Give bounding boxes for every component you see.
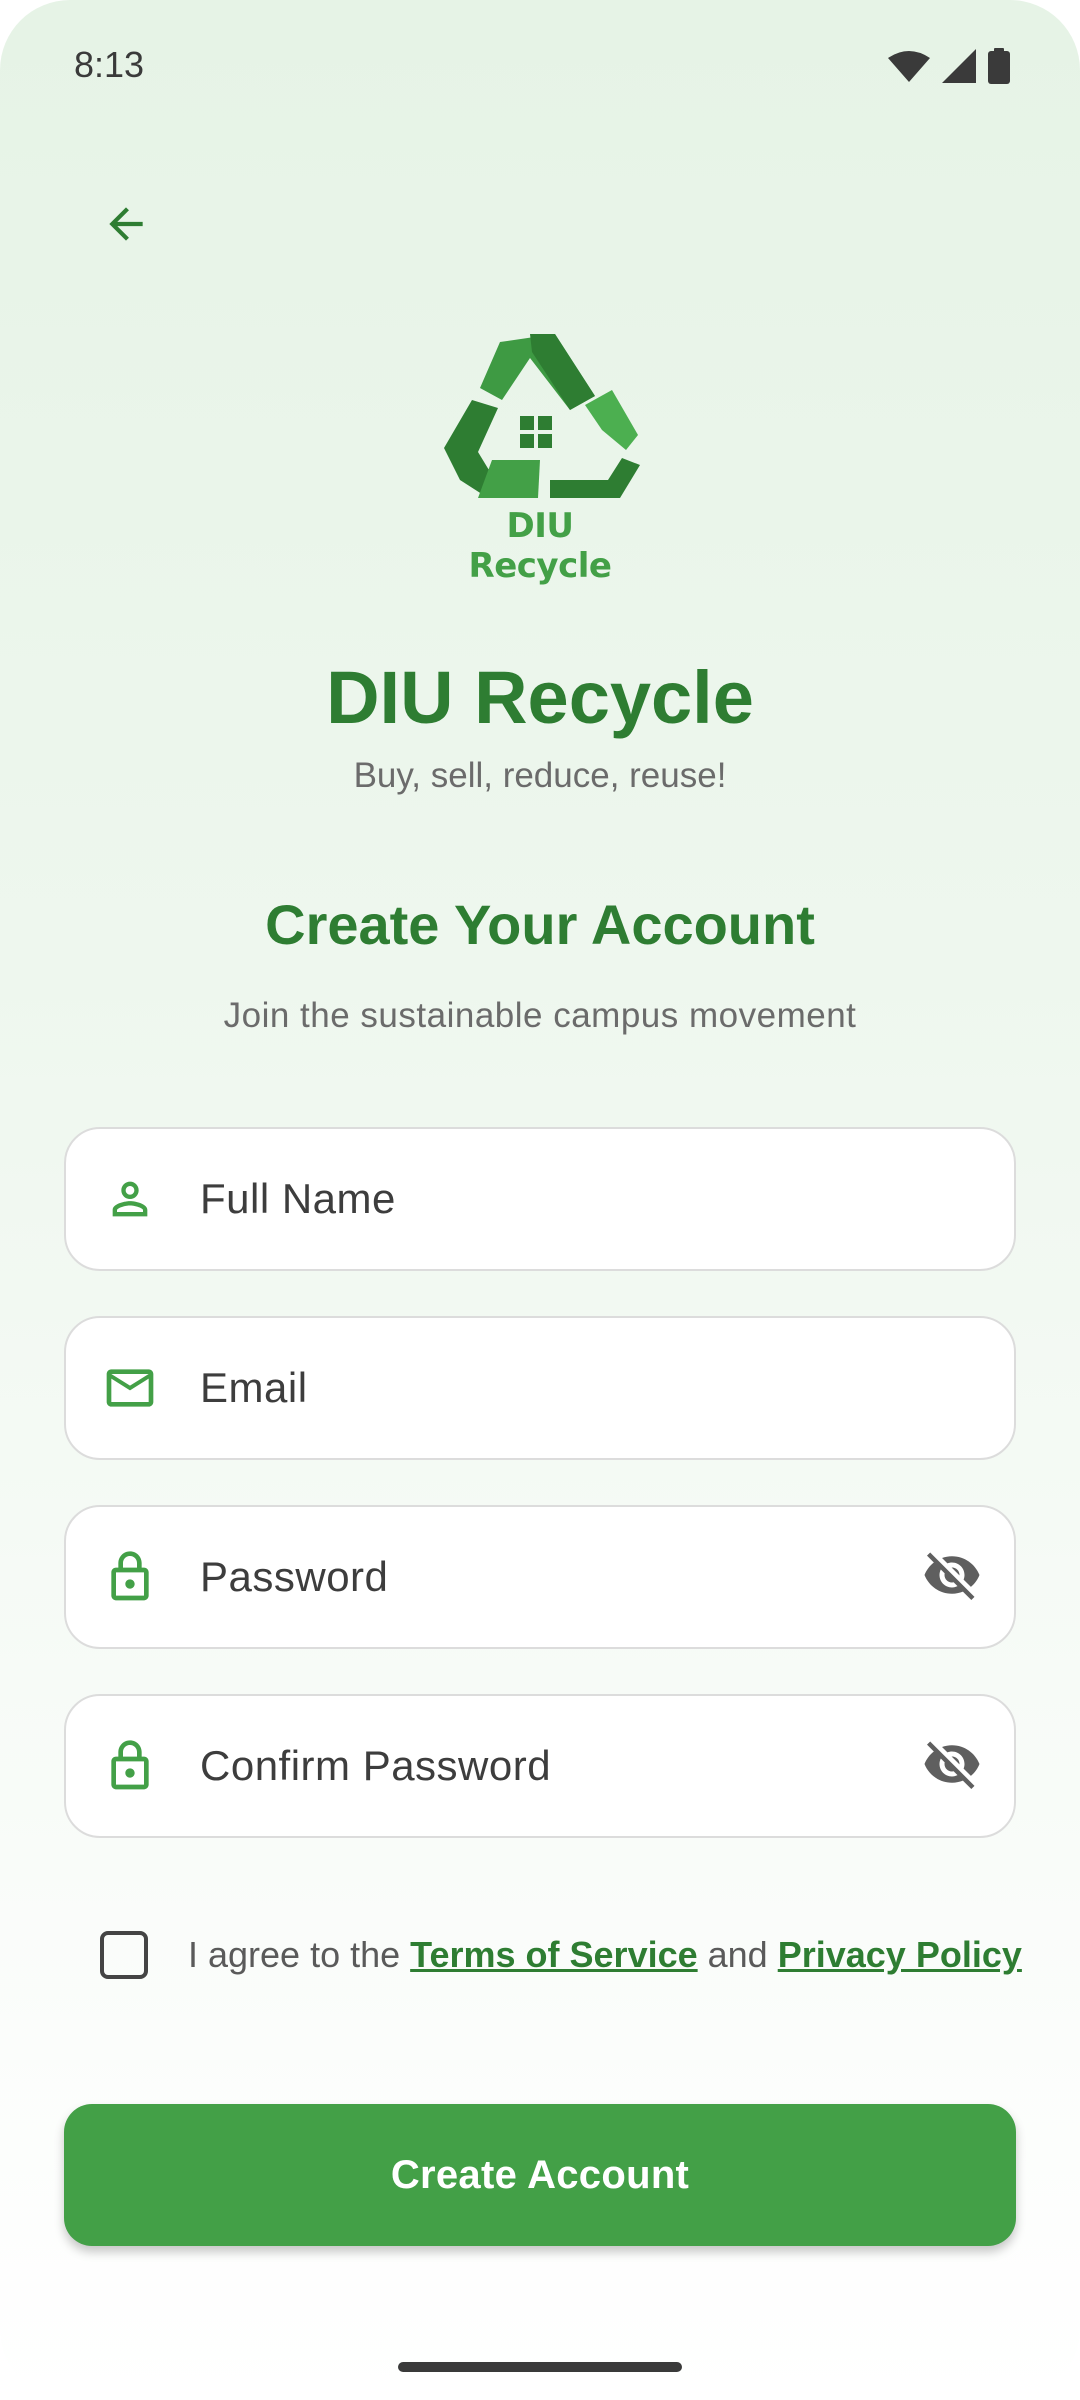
lock-icon [90,1738,170,1794]
toggle-password-visibility[interactable] [912,1545,992,1610]
status-time: 8:13 [74,44,145,85]
back-button[interactable] [90,190,162,262]
toggle-confirm-password-visibility[interactable] [912,1734,992,1799]
arrow-back-icon [101,199,151,254]
home-indicator[interactable] [398,2362,682,2372]
mail-icon [90,1360,170,1416]
page-subtitle: Join the sustainable campus movement [223,996,857,1035]
logo-wordmark: DIU Recycle [468,506,612,586]
person-icon [90,1173,170,1225]
terms-checkbox[interactable] [100,1931,148,1979]
visibility-off-icon [922,1734,982,1799]
recycle-house-icon [444,334,640,498]
lock-icon [90,1549,170,1605]
email-input[interactable] [200,1318,1014,1458]
terms-agreement-row: I agree to the Terms of Service and Priv… [100,1925,1022,1985]
status-icons [888,46,1010,86]
visibility-off-icon [922,1545,982,1610]
wifi-icon [888,50,930,82]
full-name-field[interactable] [64,1127,1016,1271]
confirm-password-field[interactable] [64,1694,1016,1838]
terms-of-service-link[interactable]: Terms of Service [410,1934,697,1975]
terms-agreement-text: I agree to the Terms of Service and Priv… [188,1934,1022,1976]
page-title: Create Your Account [265,893,815,956]
battery-icon [988,48,1010,84]
signup-screen: 8:13 DIU Recycle DIU Recycle Buy, sell, … [0,0,1080,2400]
app-logo: DIU Recycle [430,330,650,586]
create-account-button[interactable]: Create Account [64,2104,1016,2246]
app-title: DIU Recycle [326,656,754,739]
privacy-policy-link[interactable]: Privacy Policy [778,1934,1022,1975]
status-bar: 8:13 [0,0,1080,130]
email-field[interactable] [64,1316,1016,1460]
full-name-input[interactable] [200,1129,1014,1269]
password-input[interactable] [200,1507,912,1647]
cellular-signal-icon [942,49,976,83]
app-tagline: Buy, sell, reduce, reuse! [353,756,727,795]
agreement-prefix: I agree to the [188,1934,411,1975]
agreement-middle: and [697,1934,778,1975]
confirm-password-input[interactable] [200,1696,912,1836]
password-field[interactable] [64,1505,1016,1649]
